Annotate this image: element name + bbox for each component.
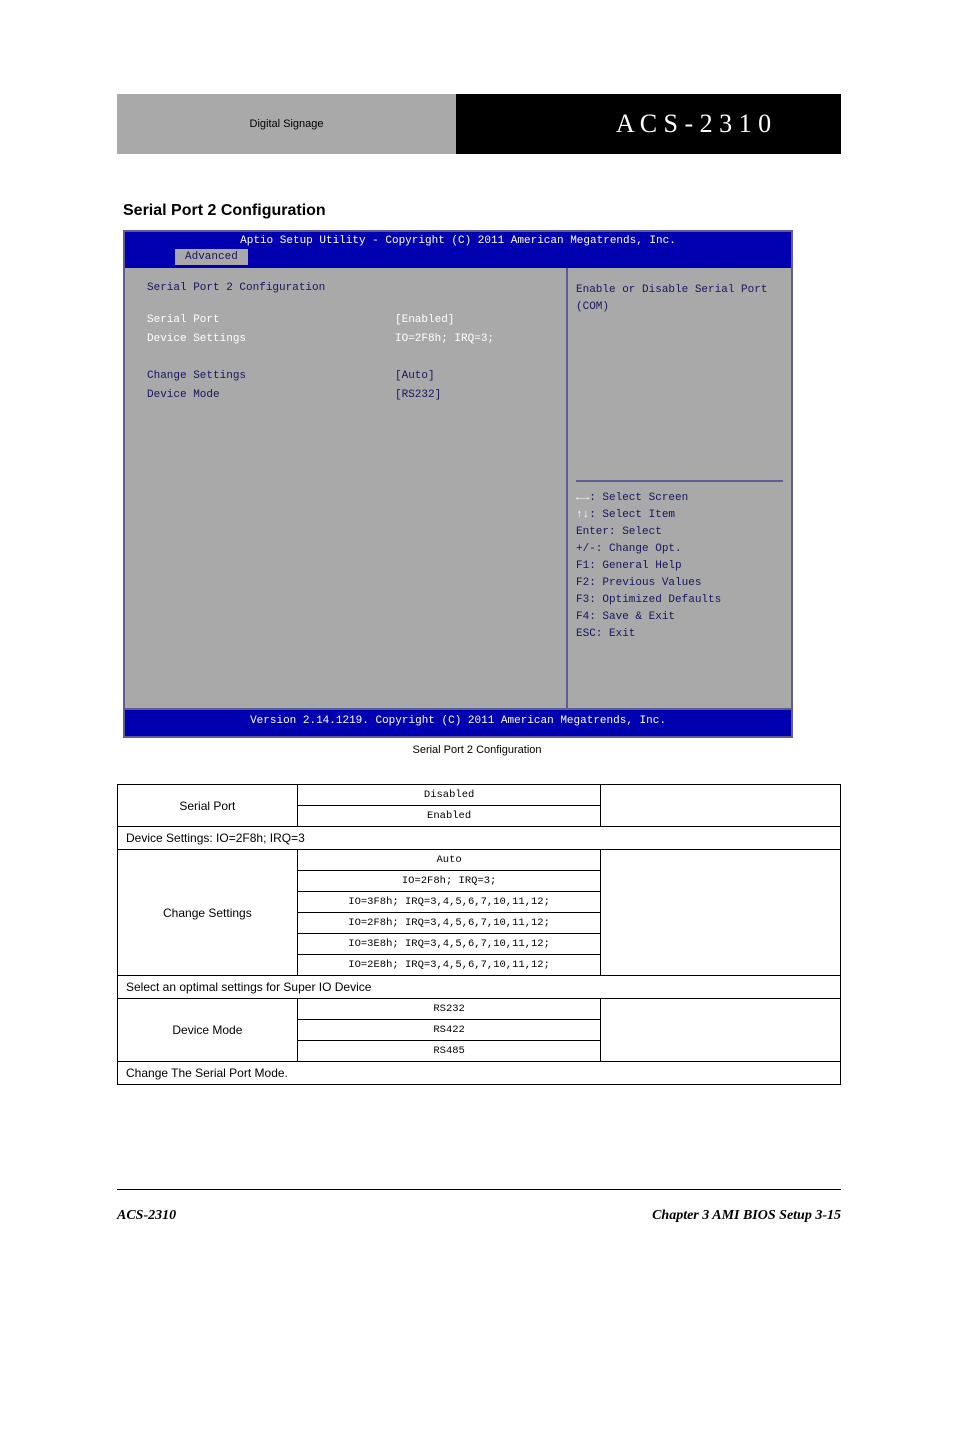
option-desc [601, 785, 841, 827]
footer-chapter: Chapter 3 AMI BIOS Setup 3-15 [652, 1208, 841, 1224]
option-name: Serial Port [118, 785, 298, 827]
bios-tab-bar: Advanced [123, 249, 793, 268]
bios-help-text: Enable or Disable Serial Port (COM) [576, 282, 783, 316]
bios-body: Serial Port 2 Configuration Serial Port[… [123, 268, 793, 708]
bios-screenshot: Aptio Setup Utility - Copyright (C) 2011… [123, 230, 793, 740]
option-name: Device Mode [118, 999, 298, 1062]
option-desc [601, 850, 841, 976]
figure-caption: Serial Port 2 Configuration [0, 744, 954, 756]
bios-option-row[interactable]: Change Settings[Auto] [147, 368, 556, 385]
tab-advanced[interactable]: Advanced [175, 249, 248, 265]
bios-option-row: Device SettingsIO=2F8h; IRQ=3; [147, 331, 556, 348]
option-value: Auto [297, 850, 601, 871]
bios-nav-hint: F4: Save & Exit [576, 609, 783, 626]
page-header: Digital Signage A C S - 2 3 1 0 [117, 94, 841, 154]
footer-product: ACS-2310 [117, 1208, 176, 1224]
table-span-text: Select an optimal settings for Super IO … [118, 976, 841, 999]
option-value: IO=3F8h; IRQ=3,4,5,6,7,10,11,12; [297, 892, 601, 913]
header-left-label: Digital Signage [117, 94, 456, 154]
option-value: IO=2F8h; IRQ=3,4,5,6,7,10,11,12; [297, 913, 601, 934]
bios-nav-hint: ESC: Exit [576, 626, 783, 643]
table-row: Device ModeRS232 [118, 999, 841, 1020]
table-row: Change SettingsAuto [118, 850, 841, 871]
bios-help-pane: Enable or Disable Serial Port (COM) ←→: … [566, 268, 791, 708]
bios-nav-hint: F3: Optimized Defaults [576, 592, 783, 609]
bios-nav-hint: F1: General Help [576, 558, 783, 575]
table-span-text: Change The Serial Port Mode. [118, 1062, 841, 1085]
option-value: Disabled [297, 785, 601, 806]
bios-settings-pane: Serial Port 2 Configuration Serial Port[… [125, 268, 566, 708]
bios-option-label: Serial Port [147, 312, 395, 329]
table-span-row: Device Settings: IO=2F8h; IRQ=3 [118, 827, 841, 850]
bios-option-label: Device Settings [147, 331, 395, 348]
bios-option-value: IO=2F8h; IRQ=3; [395, 331, 494, 348]
bios-nav-hint: Enter: Select [576, 524, 783, 541]
bios-option-value[interactable]: [Auto] [395, 368, 435, 385]
bios-nav-hint: F2: Previous Values [576, 575, 783, 592]
option-value: Enabled [297, 806, 601, 827]
option-value: IO=2E8h; IRQ=3,4,5,6,7,10,11,12; [297, 955, 601, 976]
bios-option-row: Serial Port[Enabled] [147, 312, 556, 329]
bios-page-heading: Serial Port 2 Configuration [147, 282, 556, 294]
option-value: RS232 [297, 999, 601, 1020]
bios-title-bar: Aptio Setup Utility - Copyright (C) 2011… [123, 230, 793, 249]
option-name: Change Settings [118, 850, 298, 976]
option-value: RS422 [297, 1020, 601, 1041]
footer-rule [117, 1189, 841, 1190]
bios-option-label: Device Mode [147, 387, 395, 404]
bios-nav-hint: +/-: Change Opt. [576, 541, 783, 558]
bios-version-bar: Version 2.14.1219. Copyright (C) 2011 Am… [123, 708, 793, 738]
table-span-row: Select an optimal settings for Super IO … [118, 976, 841, 999]
bios-option-value[interactable]: [RS232] [395, 387, 441, 404]
option-desc [601, 999, 841, 1062]
table-span-row: Change The Serial Port Mode. [118, 1062, 841, 1085]
option-value: IO=2F8h; IRQ=3; [297, 871, 601, 892]
header-right-label: A C S - 2 3 1 0 [456, 94, 841, 154]
options-table: Options summary :Default settingSerial P… [117, 784, 841, 1085]
option-value: IO=3E8h; IRQ=3,4,5,6,7,10,11,12; [297, 934, 601, 955]
section-title: Serial Port 2 Configuration [123, 202, 326, 220]
bios-option-value: [Enabled] [395, 312, 454, 329]
table-row: Serial PortDisabled [118, 785, 841, 806]
bios-option-row[interactable]: Device Mode[RS232] [147, 387, 556, 404]
bios-help-divider [576, 480, 783, 482]
product-code: A C S - 2 3 1 0 [616, 109, 771, 139]
bios-nav-hint: ←→: Select Screen [576, 490, 783, 507]
table-span-text: Device Settings: IO=2F8h; IRQ=3 [118, 827, 841, 850]
bios-option-label: Change Settings [147, 368, 395, 385]
bios-nav-hint: ↑↓: Select Item [576, 507, 783, 524]
option-value: RS485 [297, 1041, 601, 1062]
